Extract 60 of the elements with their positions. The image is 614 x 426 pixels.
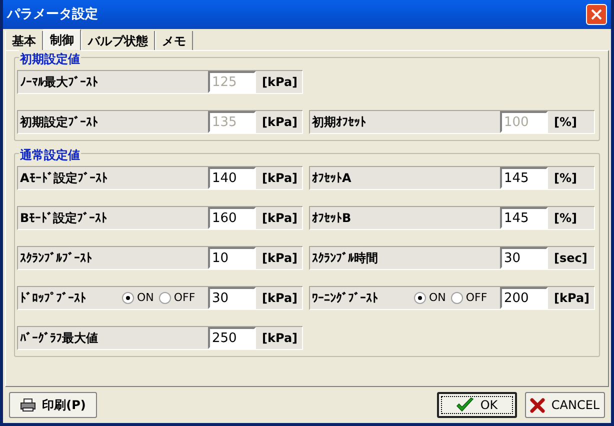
unit-label: [kPa]	[262, 210, 298, 227]
radio-option[interactable]: OFF	[158, 290, 196, 306]
tab[interactable]: メモ	[155, 31, 193, 50]
group-title: 初期設定値	[19, 50, 81, 68]
field-label: ﾄﾞﾛｯﾌﾟﾌﾞｰｽﾄ	[19, 290, 87, 307]
radio-button[interactable]	[450, 292, 463, 304]
field-label: Bﾓｰﾄﾞ設定ﾌﾞｰｽﾄ	[19, 210, 108, 227]
number-field[interactable]: 200	[500, 287, 548, 309]
field-label: ﾊﾞｰｸﾞﾗﾌ最大値	[19, 330, 99, 347]
number-field[interactable]: 30	[208, 287, 256, 309]
field-label: Aﾓｰﾄﾞ設定ﾌﾞｰｽﾄ	[19, 170, 108, 187]
radio-button[interactable]	[122, 292, 134, 304]
field-label: ﾜｰﾆﾝｸﾞﾌﾞｰｽﾄ	[311, 290, 379, 307]
radio-label: OFF	[174, 290, 196, 306]
tab[interactable]: バルブ状態	[81, 31, 155, 50]
printer-icon	[20, 398, 36, 412]
radio-option[interactable]: OFF	[450, 290, 488, 306]
close-button[interactable]	[586, 4, 607, 25]
check-icon	[456, 397, 474, 413]
unit-label: [kPa]	[262, 330, 298, 347]
unit-label: [%]	[554, 210, 577, 227]
ok-button[interactable]: OK	[437, 392, 517, 418]
unit-label: [sec]	[554, 250, 588, 267]
tab[interactable]: 制御	[43, 29, 81, 50]
number-field[interactable]: 10	[208, 247, 256, 269]
unit-label: [kPa]	[554, 290, 590, 307]
radio-button[interactable]	[158, 292, 171, 304]
field-label: ｽｸﾗﾝﾌﾞﾙ時間	[311, 250, 379, 267]
tab[interactable]: 基本	[5, 31, 43, 50]
number-field[interactable]: 30	[500, 247, 548, 269]
radio-option[interactable]: ON	[122, 290, 154, 306]
unit-label: [kPa]	[262, 114, 298, 131]
field-label: ﾉｰﾏﾙ最大ﾌﾞｰｽﾄ	[19, 74, 99, 91]
number-field[interactable]: 140	[208, 167, 256, 189]
field-label: ｵﾌｾｯﾄB	[311, 210, 352, 227]
radio-option[interactable]: ON	[414, 290, 446, 306]
unit-label: [%]	[554, 170, 577, 187]
radio-label: OFF	[466, 290, 488, 306]
print-button[interactable]: 印刷(P)	[9, 392, 97, 418]
group-title: 通常設定値	[19, 146, 81, 164]
field-label: 初期ｵﾌｾｯﾄ	[310, 114, 367, 131]
cancel-button[interactable]: CANCEL	[525, 392, 605, 418]
field-label: 初期設定ﾌﾞｰｽﾄ	[18, 114, 99, 131]
number-field[interactable]: 160	[208, 207, 256, 229]
number-field[interactable]: 250	[208, 327, 256, 349]
number-field[interactable]: 145	[500, 207, 548, 229]
field-label: ｵﾌｾｯﾄA	[311, 170, 352, 187]
radio-label: ON	[137, 290, 154, 306]
unit-label: [%]	[554, 114, 577, 131]
unit-label: [kPa]	[262, 74, 298, 91]
field-label: ｽｸﾗﾝﾌﾞﾙﾌﾞｰｽﾄ	[19, 250, 93, 267]
number-field[interactable]: 145	[500, 167, 548, 189]
unit-label: [kPa]	[262, 250, 298, 267]
radio-button[interactable]	[414, 292, 426, 304]
window-title: パラメータ設定	[7, 6, 98, 24]
radio-label: ON	[429, 290, 446, 306]
cross-icon	[530, 398, 546, 412]
unit-label: [kPa]	[262, 290, 298, 307]
unit-label: [kPa]	[262, 170, 298, 187]
close-icon	[591, 9, 602, 20]
